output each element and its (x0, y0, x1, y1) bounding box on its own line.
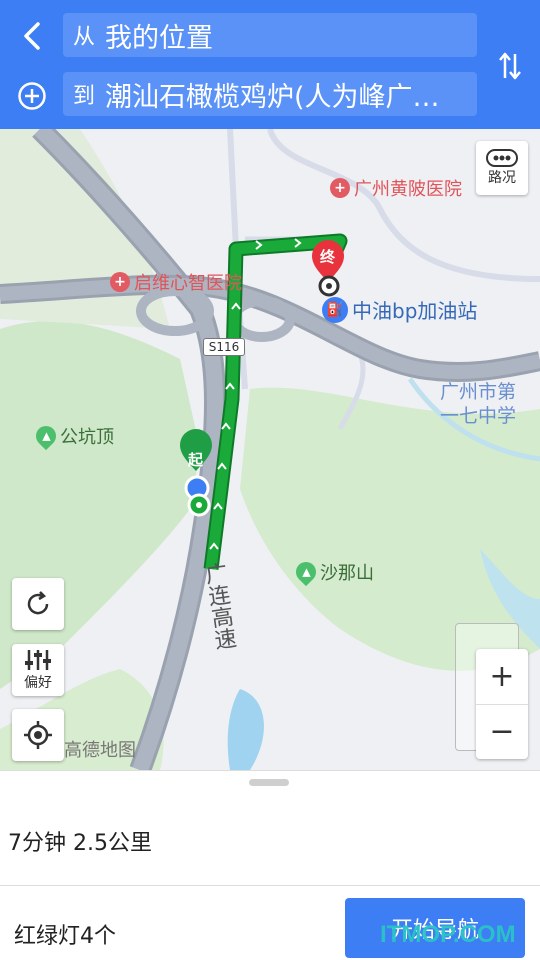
back-arrow-icon (24, 22, 40, 50)
traffic-lights-count: 红绿灯4个 (14, 924, 116, 949)
preference-label: 偏好 (24, 675, 52, 691)
gas-station-icon: ⛽ (322, 296, 348, 323)
amap-logo: 高德地图 (64, 740, 136, 761)
zoom-control: + − (476, 649, 528, 759)
poi-qiwei-hospital[interactable]: + 启维心智医院 (110, 269, 242, 295)
end-marker-label: 终 (320, 248, 336, 266)
refresh-route-button[interactable] (12, 578, 64, 630)
poi-label: 中油bp加油站 (352, 299, 478, 323)
poi-label: 广州黄陂医院 (354, 179, 462, 200)
poi-gas-station[interactable]: ⛽ 中油bp加油站 (322, 295, 477, 324)
zoom-out-button[interactable]: − (476, 703, 528, 760)
poi-school[interactable]: 广州市第 一七中学 (440, 380, 516, 428)
swap-arrows-icon (499, 52, 521, 80)
origin-prefix: 从 (73, 25, 96, 50)
origin-value: 我的位置 (105, 22, 214, 54)
poi-shana[interactable]: ▲ 沙那山 (291, 557, 374, 587)
hospital-icon: + (330, 178, 350, 198)
route-info-panel: 7分钟 2.5公里 红绿灯4个 开始导航 ITMOP.COM (0, 770, 540, 960)
locate-me-button[interactable] (12, 709, 64, 761)
poi-huangpi-hospital[interactable]: + 广州黄陂医院 (330, 175, 462, 201)
route-preference-button[interactable]: 偏好 (12, 644, 64, 696)
school-label-1: 广州市第 (440, 381, 517, 403)
add-circle-icon (18, 82, 46, 110)
school-label-2: 一七中学 (440, 405, 517, 427)
route-summary: 7分钟 2.5公里 (8, 831, 152, 856)
zoom-in-button[interactable]: + (476, 649, 528, 704)
add-waypoint-button[interactable] (12, 74, 52, 118)
poi-label: 公坑顶 (60, 427, 114, 448)
destination-field[interactable]: 到 潮汕石橄榄鸡炉(人为峰广… (63, 72, 477, 116)
traffic-icon (486, 149, 518, 167)
route-header: 从 我的位置 到 潮汕石橄榄鸡炉(人为峰广… (0, 0, 540, 129)
start-marker-label: 起 (188, 451, 204, 469)
hospital-icon: + (110, 272, 130, 292)
origin-field[interactable]: 从 我的位置 (63, 13, 477, 57)
poi-gongkeng[interactable]: ▲ 公坑顶 (31, 421, 114, 451)
refresh-icon (27, 591, 49, 615)
map-view[interactable]: 起 终 + 广州黄陂医院 + 启维心智医院 ⛽ 中油bp加油站 ▲ 公坑顶 ▲ … (0, 129, 540, 770)
mountain-icon: ▲ (291, 557, 321, 587)
mountain-icon: ▲ (31, 421, 61, 451)
watermark: ITMOP.COM (380, 921, 516, 948)
destination-value: 潮汕石橄榄鸡炉(人为峰广… (105, 81, 440, 113)
road-shield-s116: S116 (203, 338, 245, 356)
sliders-icon (25, 650, 51, 670)
swap-route-button[interactable] (490, 44, 530, 88)
crosshair-icon (24, 721, 52, 749)
drag-handle[interactable] (249, 779, 289, 786)
traffic-label: 路况 (488, 170, 516, 186)
poi-label: 启维心智医院 (134, 273, 242, 294)
divider (0, 885, 540, 886)
traffic-toggle-button[interactable]: 路况 (476, 141, 528, 195)
poi-label: 沙那山 (320, 563, 374, 584)
destination-prefix: 到 (73, 84, 96, 109)
back-button[interactable] (12, 14, 52, 58)
